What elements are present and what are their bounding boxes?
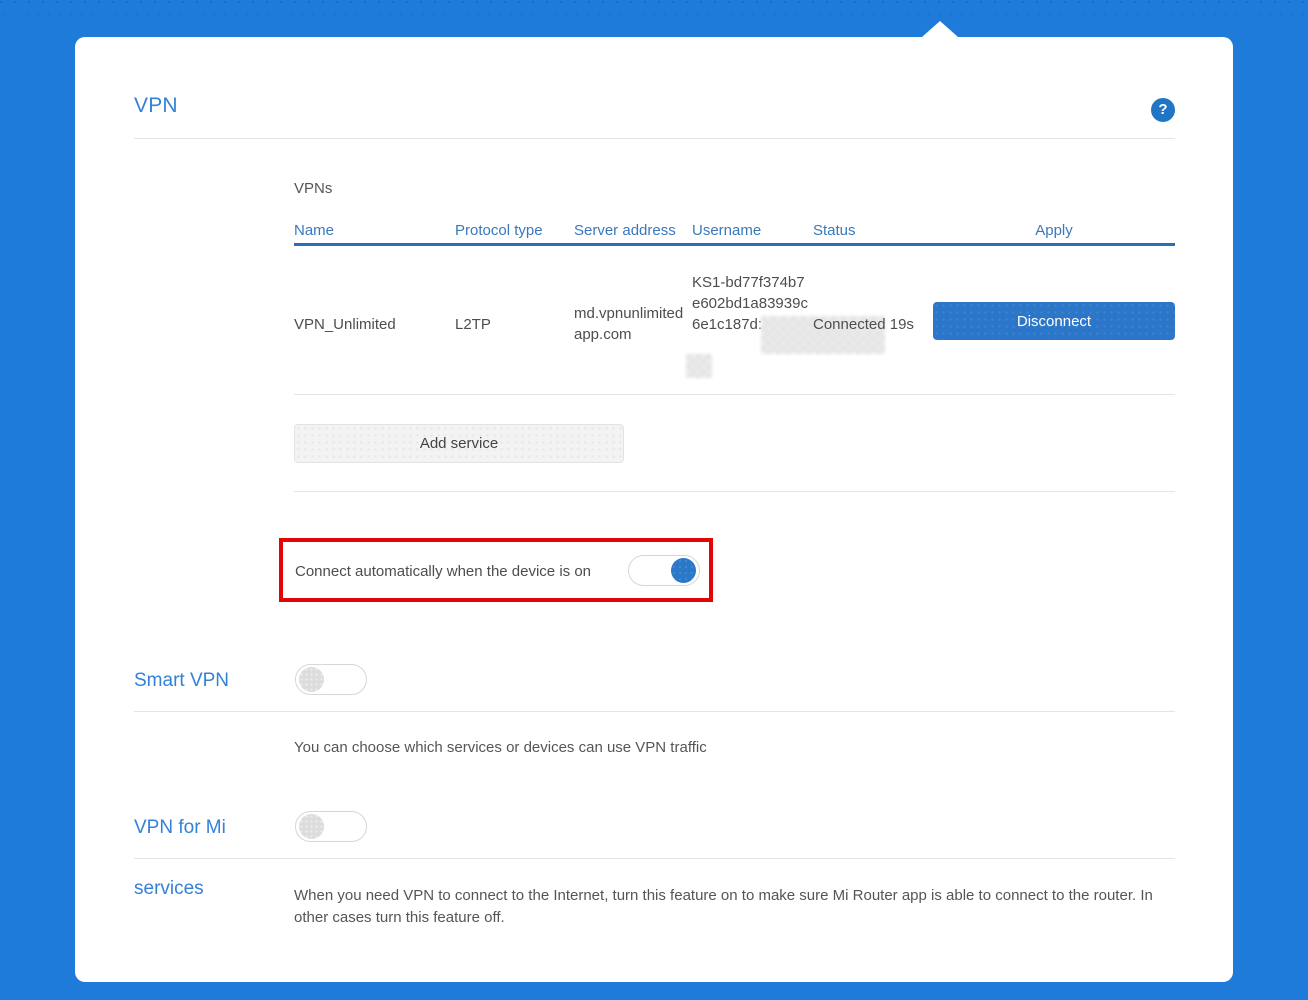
cutoff-nav-text-remnants — [0, 0, 1308, 16]
add-service-divider — [294, 491, 1175, 492]
help-icon[interactable]: ? — [1151, 98, 1175, 122]
auto-connect-label: Connect automatically when the device is… — [295, 563, 591, 580]
auto-connect-toggle[interactable] — [628, 555, 700, 586]
column-header-apply: Apply — [933, 222, 1175, 239]
vpn-row-status: Connected 19s — [813, 314, 914, 335]
page-background: VPN ? VPNs Name Protocol type Server add… — [0, 0, 1308, 1000]
smart-vpn-toggle[interactable] — [295, 664, 367, 695]
add-service-button[interactable]: Add service — [294, 424, 624, 463]
vpns-table-label: VPNs — [294, 180, 332, 197]
username-line2: e602bd1a83939c — [692, 293, 808, 314]
column-header-protocol-type: Protocol type — [455, 222, 543, 239]
username-redacted-blur-tail — [686, 354, 712, 378]
column-header-server-address: Server address — [574, 222, 676, 239]
smart-vpn-label: Smart VPN — [134, 670, 229, 692]
title-divider — [134, 138, 1175, 139]
toggle-knob — [299, 814, 324, 839]
toggle-knob — [299, 667, 324, 692]
server-address-line2: app.com — [574, 324, 683, 345]
server-address-line1: md.vpnunlimited — [574, 303, 683, 324]
vpn-for-mi-label-line2: services — [134, 878, 204, 900]
column-header-username: Username — [692, 222, 761, 239]
vpn-settings-panel: VPN ? VPNs Name Protocol type Server add… — [75, 37, 1233, 982]
vpn-for-mi-divider — [134, 858, 1175, 859]
column-header-name: Name — [294, 222, 334, 239]
smart-vpn-divider — [134, 711, 1175, 712]
page-title: VPN — [134, 94, 178, 118]
active-tab-pointer-triangle — [922, 21, 958, 37]
vpn-row-name: VPN_Unlimited — [294, 314, 396, 335]
toggle-knob — [671, 558, 696, 583]
vpn-for-mi-description: When you need VPN to connect to the Inte… — [294, 885, 1178, 929]
table-header-underline — [294, 243, 1175, 246]
smart-vpn-description: You can choose which services or devices… — [294, 739, 707, 756]
username-line1: KS1-bd77f374b7 — [692, 272, 808, 293]
vpn-row-server-address: md.vpnunlimited app.com — [574, 303, 683, 345]
disconnect-button[interactable]: Disconnect — [933, 302, 1175, 340]
row-divider — [294, 394, 1175, 395]
vpn-for-mi-services-toggle[interactable] — [295, 811, 367, 842]
column-header-status: Status — [813, 222, 856, 239]
vpn-for-mi-label: VPN for Mi — [134, 817, 226, 839]
vpn-row-protocol: L2TP — [455, 314, 491, 335]
